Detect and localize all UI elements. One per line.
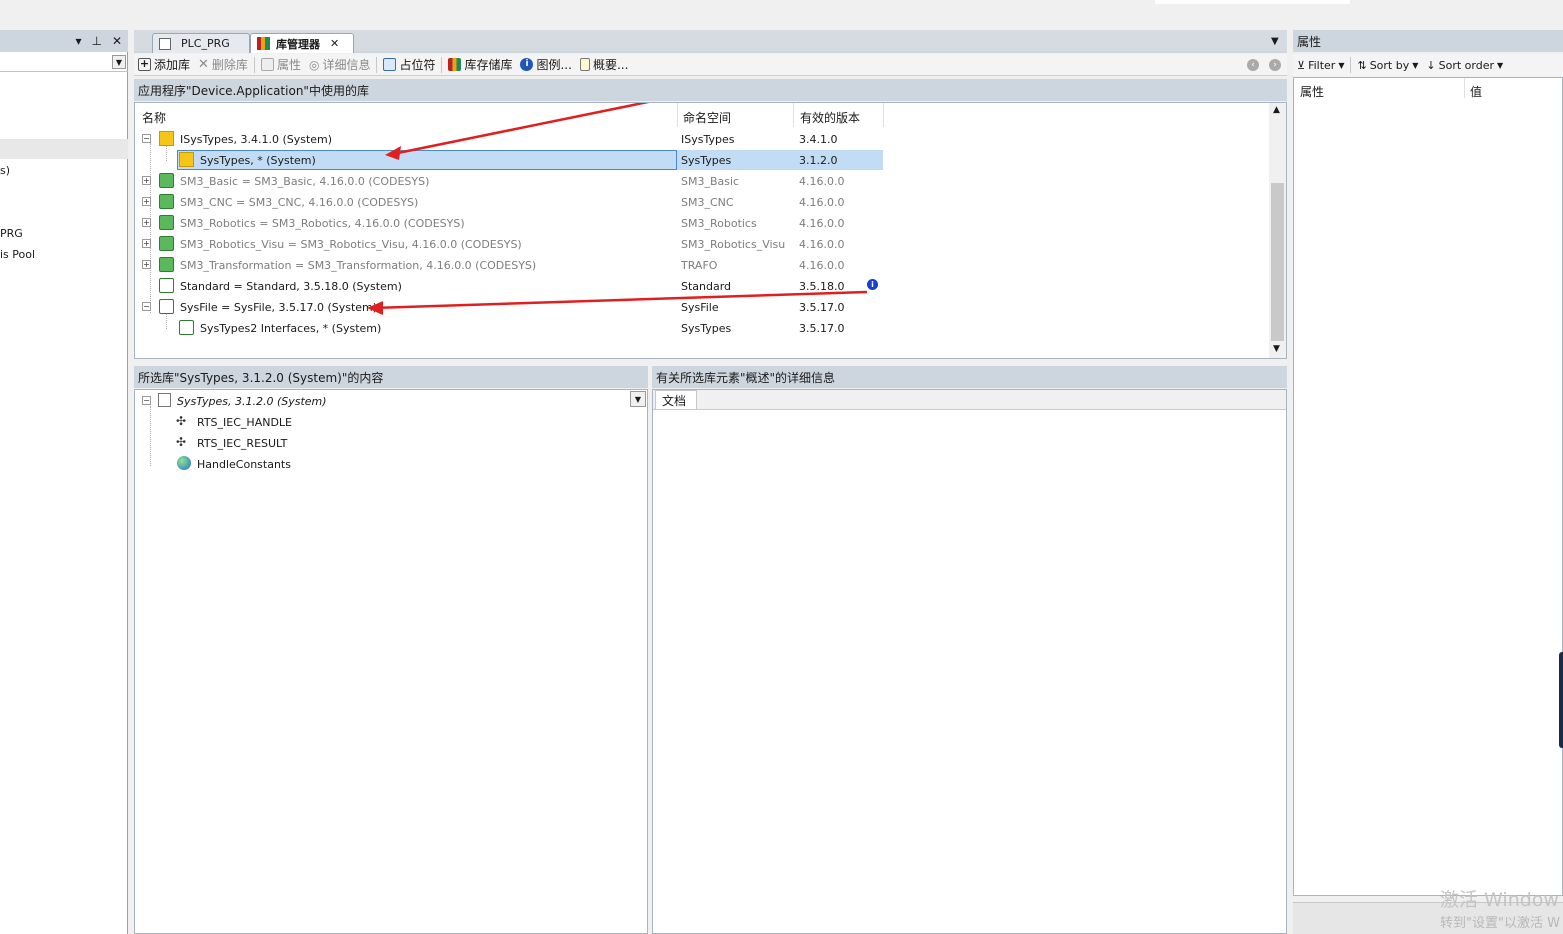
sort-order-button[interactable]: ↓ Sort order ▼ bbox=[1422, 55, 1507, 75]
detail-area: 文档 bbox=[652, 389, 1287, 934]
sort-by-label: Sort by bbox=[1369, 58, 1410, 72]
pin-icon[interactable]: ⊥ bbox=[91, 34, 101, 48]
scroll-up-icon[interactable]: ▲ bbox=[1273, 105, 1280, 115]
tab-library-manager[interactable]: 库管理器 ✕ bbox=[250, 33, 354, 53]
sort-order-icon: ↓ bbox=[1426, 58, 1436, 72]
col-property-header[interactable]: 属性 bbox=[1300, 83, 1324, 100]
library-version: 3.5.17.0 bbox=[799, 322, 845, 335]
content-tree: − SysTypes, 3.1.2.0 (System) ▼ ✣ RTS_IEC… bbox=[134, 389, 648, 934]
tab-label: 库管理器 bbox=[276, 37, 320, 51]
annotation-arrow-2 bbox=[374, 290, 868, 310]
global-constants-icon bbox=[177, 456, 191, 470]
tab-plc-prg[interactable]: PLC_PRG bbox=[152, 33, 250, 53]
library-doc-icon bbox=[158, 393, 171, 407]
content-item[interactable]: RTS_IEC_RESULT bbox=[197, 437, 287, 450]
details-button[interactable]: ◎ 详细信息 bbox=[305, 55, 375, 75]
left-item-1[interactable]: s) bbox=[0, 164, 10, 177]
icons-legend-button[interactable]: i 图例... bbox=[516, 55, 575, 75]
properties-button[interactable]: 属性 bbox=[257, 55, 305, 75]
chevron-down-icon: ▼ bbox=[1497, 60, 1504, 70]
summary-label: 概要... bbox=[592, 58, 629, 72]
add-library-label: 添加库 bbox=[154, 58, 191, 72]
properties-label: 属性 bbox=[276, 58, 301, 72]
properties-toolbar: ⊻ Filter ▼ ⇅ Sort by ▼ ↓ Sort order ▼ bbox=[1293, 54, 1563, 76]
combo-arrow-icon[interactable]: ▼ bbox=[112, 55, 126, 69]
content-dropdown-icon[interactable]: ▼ bbox=[630, 391, 646, 407]
libraries-tree: 名称 命名空间 有效的版本 − ISysTypes, 3.4.1.0 (Syst… bbox=[134, 102, 1287, 359]
library-namespace: SysTypes bbox=[681, 322, 732, 335]
close-icon[interactable]: ✕ bbox=[112, 34, 122, 48]
properties-header: 属性 bbox=[1293, 30, 1563, 52]
chevron-down-icon: ▼ bbox=[1412, 60, 1419, 70]
scroll-down-icon[interactable]: ▼ bbox=[1273, 344, 1280, 354]
repository-label: 库存储库 bbox=[464, 58, 513, 72]
repository-button[interactable]: 库存储库 bbox=[444, 55, 516, 75]
selected-row[interactable] bbox=[0, 139, 128, 159]
left-item-2[interactable]: PRG bbox=[0, 227, 23, 240]
sort-by-button[interactable]: ⇅ Sort by ▼ bbox=[1353, 55, 1422, 75]
library-toolbar: + 添加库 ✕ 删除库 属性 ◎ 详细信息 占位符 库存储库 i 图例... 概要...… bbox=[134, 54, 1287, 76]
sort-icon: ⇅ bbox=[1357, 58, 1367, 72]
summary-button[interactable]: 概要... bbox=[576, 55, 632, 75]
left-combo[interactable]: ▼ bbox=[0, 53, 128, 72]
tab-close-icon[interactable]: ✕ bbox=[330, 37, 339, 50]
col-value-header[interactable]: 值 bbox=[1470, 83, 1482, 100]
content-header: 所选库"SysTypes, 3.1.2.0 (System)"的内容 bbox=[134, 366, 648, 388]
type-icon: ✣ bbox=[176, 435, 187, 449]
properties-grid: 属性 值 bbox=[1293, 77, 1563, 896]
icons-legend-label: 图例... bbox=[536, 58, 572, 72]
doc-tab[interactable]: 文档 bbox=[655, 390, 697, 409]
content-item[interactable]: RTS_IEC_HANDLE bbox=[197, 416, 292, 429]
arrowhead-1-icon bbox=[385, 146, 401, 160]
collapse-toggle[interactable]: − bbox=[142, 396, 151, 405]
annotation-arrow-1 bbox=[392, 103, 650, 156]
repository-icon bbox=[448, 58, 462, 71]
libraries-header: 应用程序"Device.Application"中使用的库 bbox=[134, 79, 1287, 101]
libraries-scrollbar[interactable]: ▲ ▼ bbox=[1269, 103, 1286, 358]
activation-watermark-line1: 激活 Window bbox=[1440, 889, 1559, 911]
dropdown-icon[interactable]: ▾ bbox=[75, 34, 81, 48]
filter-icon: ⊻ bbox=[1297, 58, 1306, 72]
details-icon: ◎ bbox=[308, 57, 320, 72]
annotation-arrows bbox=[367, 103, 868, 315]
add-icon: + bbox=[138, 57, 151, 71]
remove-library-button[interactable]: ✕ 删除库 bbox=[194, 55, 252, 75]
filter-label: Filter bbox=[1308, 58, 1336, 72]
placeholders-label: 占位符 bbox=[399, 58, 436, 72]
program-icon bbox=[159, 37, 171, 50]
library-name[interactable]: SysTypes2 Interfaces, * (System) bbox=[200, 322, 381, 335]
back-icon[interactable]: ‹ bbox=[1247, 58, 1259, 71]
info-icon: i bbox=[520, 58, 534, 71]
scroll-thumb[interactable] bbox=[1271, 183, 1284, 341]
delete-icon: ✕ bbox=[198, 57, 209, 72]
placeholder-icon bbox=[383, 58, 397, 71]
content-item[interactable]: HandleConstants bbox=[197, 458, 291, 471]
left-item-3[interactable]: is Pool bbox=[0, 248, 35, 261]
activation-watermark-line2: 转到"设置"以激活 W bbox=[1440, 916, 1560, 931]
doc-content bbox=[653, 409, 1286, 933]
detail-header: 有关所选库元素"概述"的详细信息 bbox=[652, 366, 1287, 388]
placeholders-button[interactable]: 占位符 bbox=[379, 55, 439, 75]
left-panel: ▾ ⊥ ✕ ▼ s) PRG is Pool bbox=[0, 30, 128, 934]
add-library-button[interactable]: + 添加库 bbox=[134, 55, 194, 75]
content-root-label[interactable]: SysTypes, 3.1.2.0 (System) bbox=[177, 395, 327, 408]
arrowhead-2-icon bbox=[367, 301, 383, 315]
summary-icon bbox=[579, 58, 590, 71]
tab-label: PLC_PRG bbox=[181, 37, 230, 50]
edge-element bbox=[1559, 652, 1563, 748]
tabs-dropdown-icon[interactable]: ▼ bbox=[1271, 36, 1279, 47]
library-manager-icon bbox=[257, 37, 270, 50]
sort-order-label: Sort order bbox=[1438, 58, 1494, 72]
properties-icon bbox=[260, 58, 274, 71]
forward-icon[interactable]: › bbox=[1269, 58, 1281, 71]
remove-library-label: 删除库 bbox=[211, 58, 248, 72]
details-label: 详细信息 bbox=[322, 58, 371, 72]
type-icon: ✣ bbox=[176, 414, 187, 428]
filter-button[interactable]: ⊻ Filter ▼ bbox=[1293, 55, 1348, 75]
chevron-down-icon: ▼ bbox=[1338, 60, 1345, 70]
